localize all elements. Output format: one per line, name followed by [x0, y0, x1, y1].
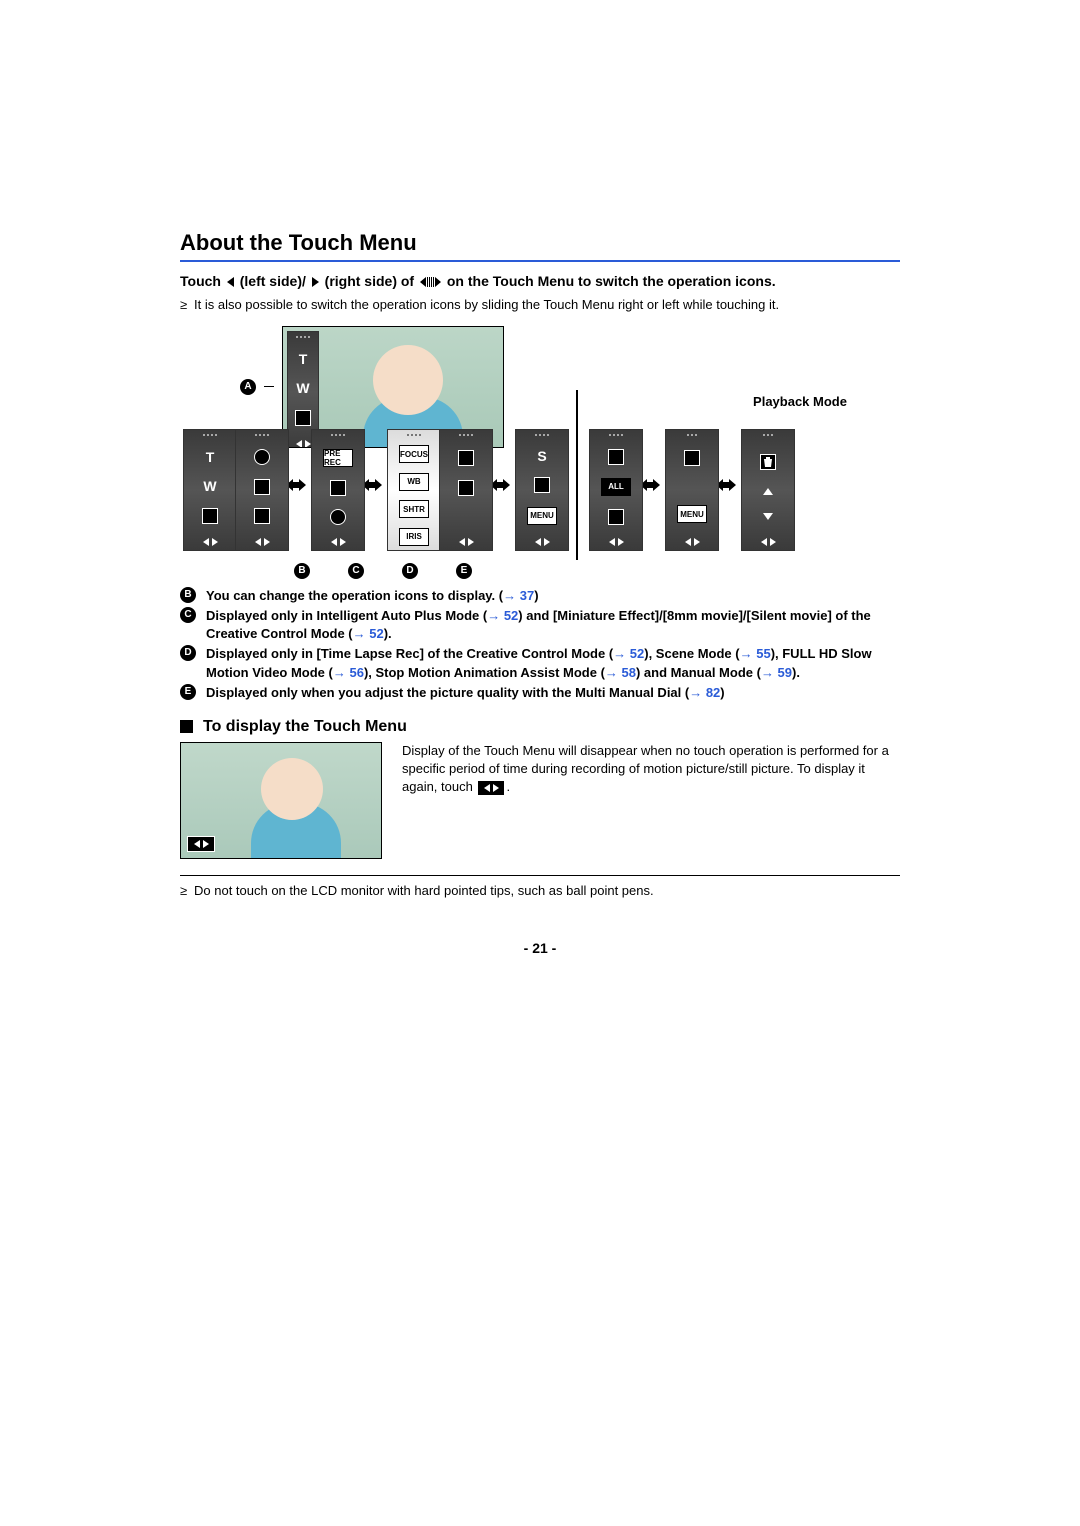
rec-panel-2 — [235, 429, 281, 541]
scene-play-icon — [608, 509, 624, 525]
level-shot-icon — [330, 480, 346, 496]
photo-subject-face — [373, 345, 443, 415]
night-mode-icon — [330, 509, 346, 525]
page-ref[interactable]: → 52 — [613, 646, 644, 661]
touch-menu-tab-icon — [187, 836, 215, 852]
warning-text: Do not touch on the LCD monitor with har… — [194, 882, 900, 900]
lcd-screenshot-bottom — [180, 742, 382, 859]
label-c-badge: C — [180, 607, 196, 623]
menu-icon: MENU — [527, 507, 557, 525]
zoom-w-label: W — [203, 479, 216, 494]
exposure-plus-icon — [458, 450, 474, 466]
intro-sentence: Touch (left side)/ (right side) of on th… — [180, 272, 900, 292]
label-e-badge: E — [456, 563, 472, 579]
page-ref[interactable]: → 52 — [487, 608, 518, 623]
figure-b: T W PRE REC — [180, 415, 900, 555]
copy-icon — [684, 450, 700, 466]
intro-suffix: on the Touch Menu to switch the operatio… — [447, 273, 776, 289]
stabilizer-icon — [254, 449, 270, 465]
intro-mid1: (left side)/ — [240, 273, 306, 289]
grid-icon — [534, 477, 550, 493]
subheading: To display the Touch Menu — [180, 718, 900, 736]
touch-menu-slider-icon — [420, 277, 441, 287]
leader-line — [264, 386, 274, 387]
exposure-minus-icon — [458, 480, 474, 496]
delete-icon — [760, 454, 776, 470]
divider-line — [576, 390, 578, 560]
zoom-t-label: T — [299, 352, 308, 367]
swap-arrow-icon — [362, 478, 382, 492]
rec-panel-3: PRE REC — [311, 429, 357, 541]
focus-icon: FOCUS — [399, 445, 429, 463]
display-paragraph: Display of the Touch Menu will disappear… — [402, 742, 900, 797]
swap-arrow-icon — [716, 478, 736, 492]
page-number: - 21 - — [180, 940, 900, 956]
page-ref[interactable]: → 55 — [740, 646, 771, 661]
label-d-badge: D — [402, 563, 418, 579]
page-ref[interactable]: → 58 — [605, 665, 636, 680]
page-ref[interactable]: → 56 — [333, 665, 364, 680]
page-title: About the Touch Menu — [180, 230, 900, 262]
intro-bullet: It is also possible to switch the operat… — [194, 296, 900, 314]
touch-menu-tab-icon-inline — [478, 781, 504, 795]
label-b-badge: B — [294, 563, 310, 579]
wb-icon: WB — [399, 473, 429, 491]
rec-panel-6: S MENU — [515, 429, 561, 541]
record-button-icon — [202, 508, 218, 524]
zoom-w-label: W — [296, 381, 309, 396]
shtr-icon: SHTR — [399, 500, 429, 518]
page-ref[interactable]: → 52 — [353, 626, 384, 641]
figure-b-bottom-labels: B C D E — [294, 563, 900, 579]
page-ref[interactable]: → 82 — [689, 685, 720, 700]
page-ref[interactable]: → 37 — [503, 588, 534, 603]
play-panel-2: MENU — [665, 429, 711, 541]
af-tracking-icon — [254, 479, 270, 495]
down-arrow-icon — [763, 513, 773, 520]
intro-prefix: Touch — [180, 273, 221, 289]
menu-icon: MENU — [677, 505, 707, 523]
triangle-right-icon — [312, 277, 319, 287]
legend-list: B You can change the operation icons to … — [180, 587, 900, 702]
triangle-left-icon — [227, 277, 234, 287]
panel-dots — [296, 336, 310, 338]
iris-icon: IRIS — [399, 528, 429, 546]
play-panel-1: ALL — [589, 429, 635, 541]
legend-b-text: You can change the operation icons to di… — [206, 587, 900, 605]
label-b-badge: B — [180, 587, 196, 603]
playback-mode-label: Playback Mode — [700, 394, 900, 409]
swap-arrow-icon — [286, 478, 306, 492]
rec-panel-5 — [439, 429, 485, 541]
divider — [180, 875, 900, 876]
protect-icon — [608, 449, 624, 465]
up-arrow-icon — [763, 488, 773, 495]
label-c-badge: C — [348, 563, 364, 579]
all-icon: ALL — [601, 478, 631, 496]
swap-arrow-icon — [640, 478, 660, 492]
swap-arrow-icon — [490, 478, 510, 492]
legend-d-text: Displayed only in [Time Lapse Rec] of th… — [206, 645, 900, 681]
rec-panel-1: T W — [183, 429, 229, 541]
face-icon — [254, 508, 270, 524]
photo-subject-face — [261, 758, 323, 820]
pre-rec-icon: PRE REC — [323, 449, 353, 467]
legend-c-text: Displayed only in Intelligent Auto Plus … — [206, 607, 900, 643]
label-a-badge: A — [240, 379, 256, 395]
rec-panel-4: FOCUS WB SHTR IRIS — [387, 429, 433, 541]
play-panel-3 — [741, 429, 787, 541]
legend-e-text: Displayed only when you adjust the pictu… — [206, 684, 900, 702]
page-ref[interactable]: → 59 — [761, 665, 792, 680]
label-d-badge: D — [180, 645, 196, 661]
intro-mid2: (right side) of — [325, 273, 414, 289]
label-e-badge: E — [180, 684, 196, 700]
s-icon: S — [537, 449, 546, 464]
zoom-t-label: T — [206, 450, 215, 465]
